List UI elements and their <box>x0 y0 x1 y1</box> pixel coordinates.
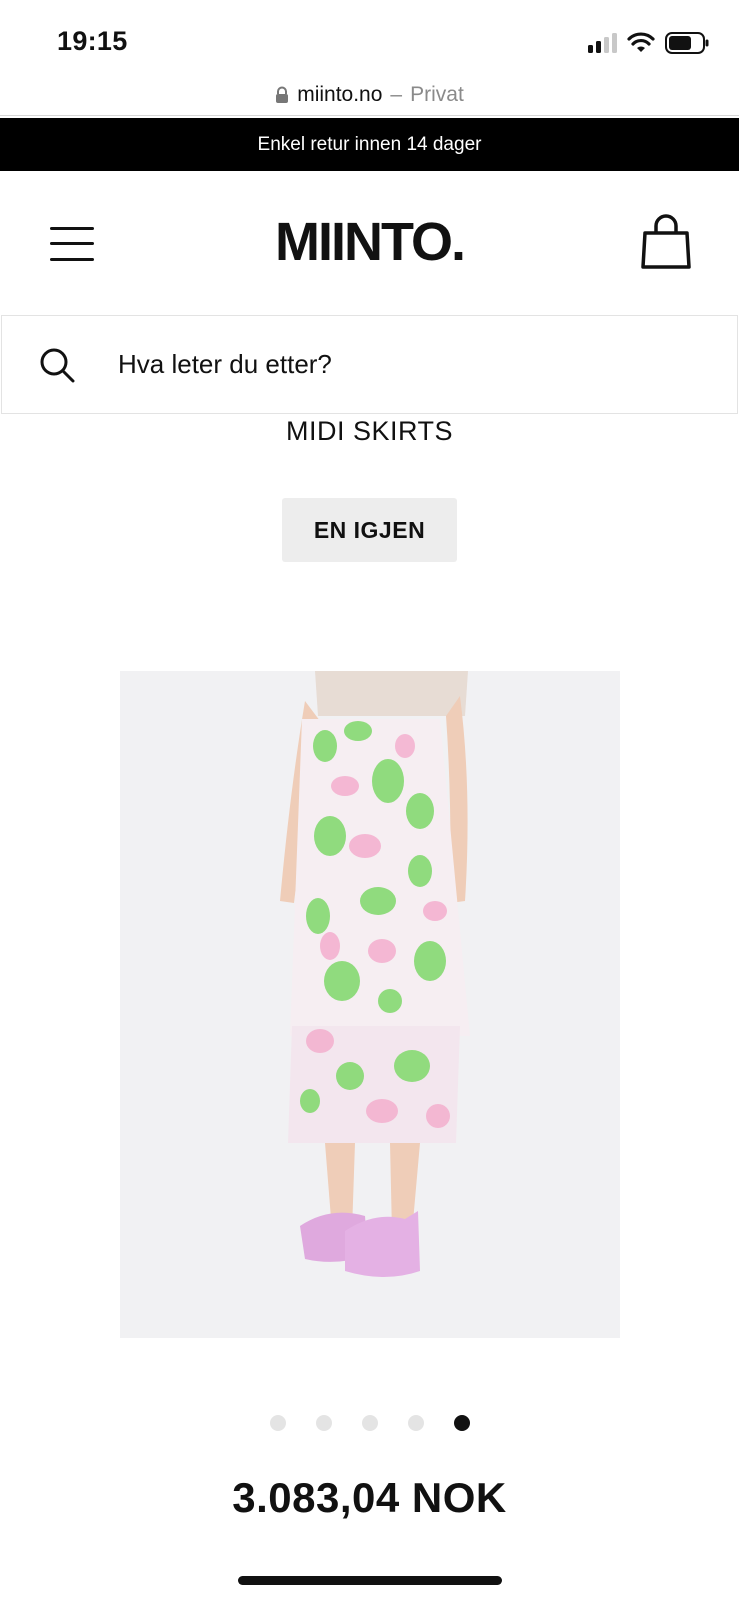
search-input[interactable] <box>118 342 678 386</box>
wifi-icon <box>627 32 655 52</box>
shopping-bag-icon <box>641 214 691 269</box>
product-category[interactable]: MIDI SKIRTS <box>0 416 739 447</box>
image-carousel-dots <box>0 1415 739 1431</box>
carousel-dot-5[interactable] <box>453 1415 470 1431</box>
signal-icon <box>588 33 617 53</box>
url-domain: miinto.no <box>297 82 383 106</box>
brand-button[interactable]: EN IGJEN <box>282 498 457 562</box>
status-bar: 19:15 <box>0 0 739 74</box>
status-time: 19:15 <box>57 26 128 56</box>
product-price: 3.083,04 NOK <box>232 1474 507 1521</box>
product-image[interactable] <box>120 671 620 1338</box>
product-photo <box>120 671 620 1338</box>
site-header: MIINTO. <box>0 171 739 315</box>
browser-url-bar[interactable]: miinto.no – Privat <box>0 74 739 116</box>
private-mode-label: Privat <box>410 82 464 106</box>
home-indicator[interactable] <box>238 1576 502 1585</box>
battery-icon <box>665 32 709 54</box>
promo-text: Enkel retur innen 14 dager <box>257 133 482 155</box>
search-icon <box>40 348 75 383</box>
status-icons <box>588 32 709 54</box>
carousel-dot-4[interactable] <box>407 1415 424 1431</box>
lock-icon <box>276 86 289 103</box>
search-bar[interactable] <box>1 315 738 414</box>
promo-banner: Enkel retur innen 14 dager <box>0 118 739 171</box>
carousel-dot-1[interactable] <box>269 1415 286 1431</box>
carousel-dot-2[interactable] <box>315 1415 332 1431</box>
url-separator: – <box>390 82 403 106</box>
carousel-dot-3[interactable] <box>361 1415 378 1431</box>
cart-button[interactable] <box>639 213 693 271</box>
site-logo[interactable]: MIINTO. <box>0 211 739 273</box>
